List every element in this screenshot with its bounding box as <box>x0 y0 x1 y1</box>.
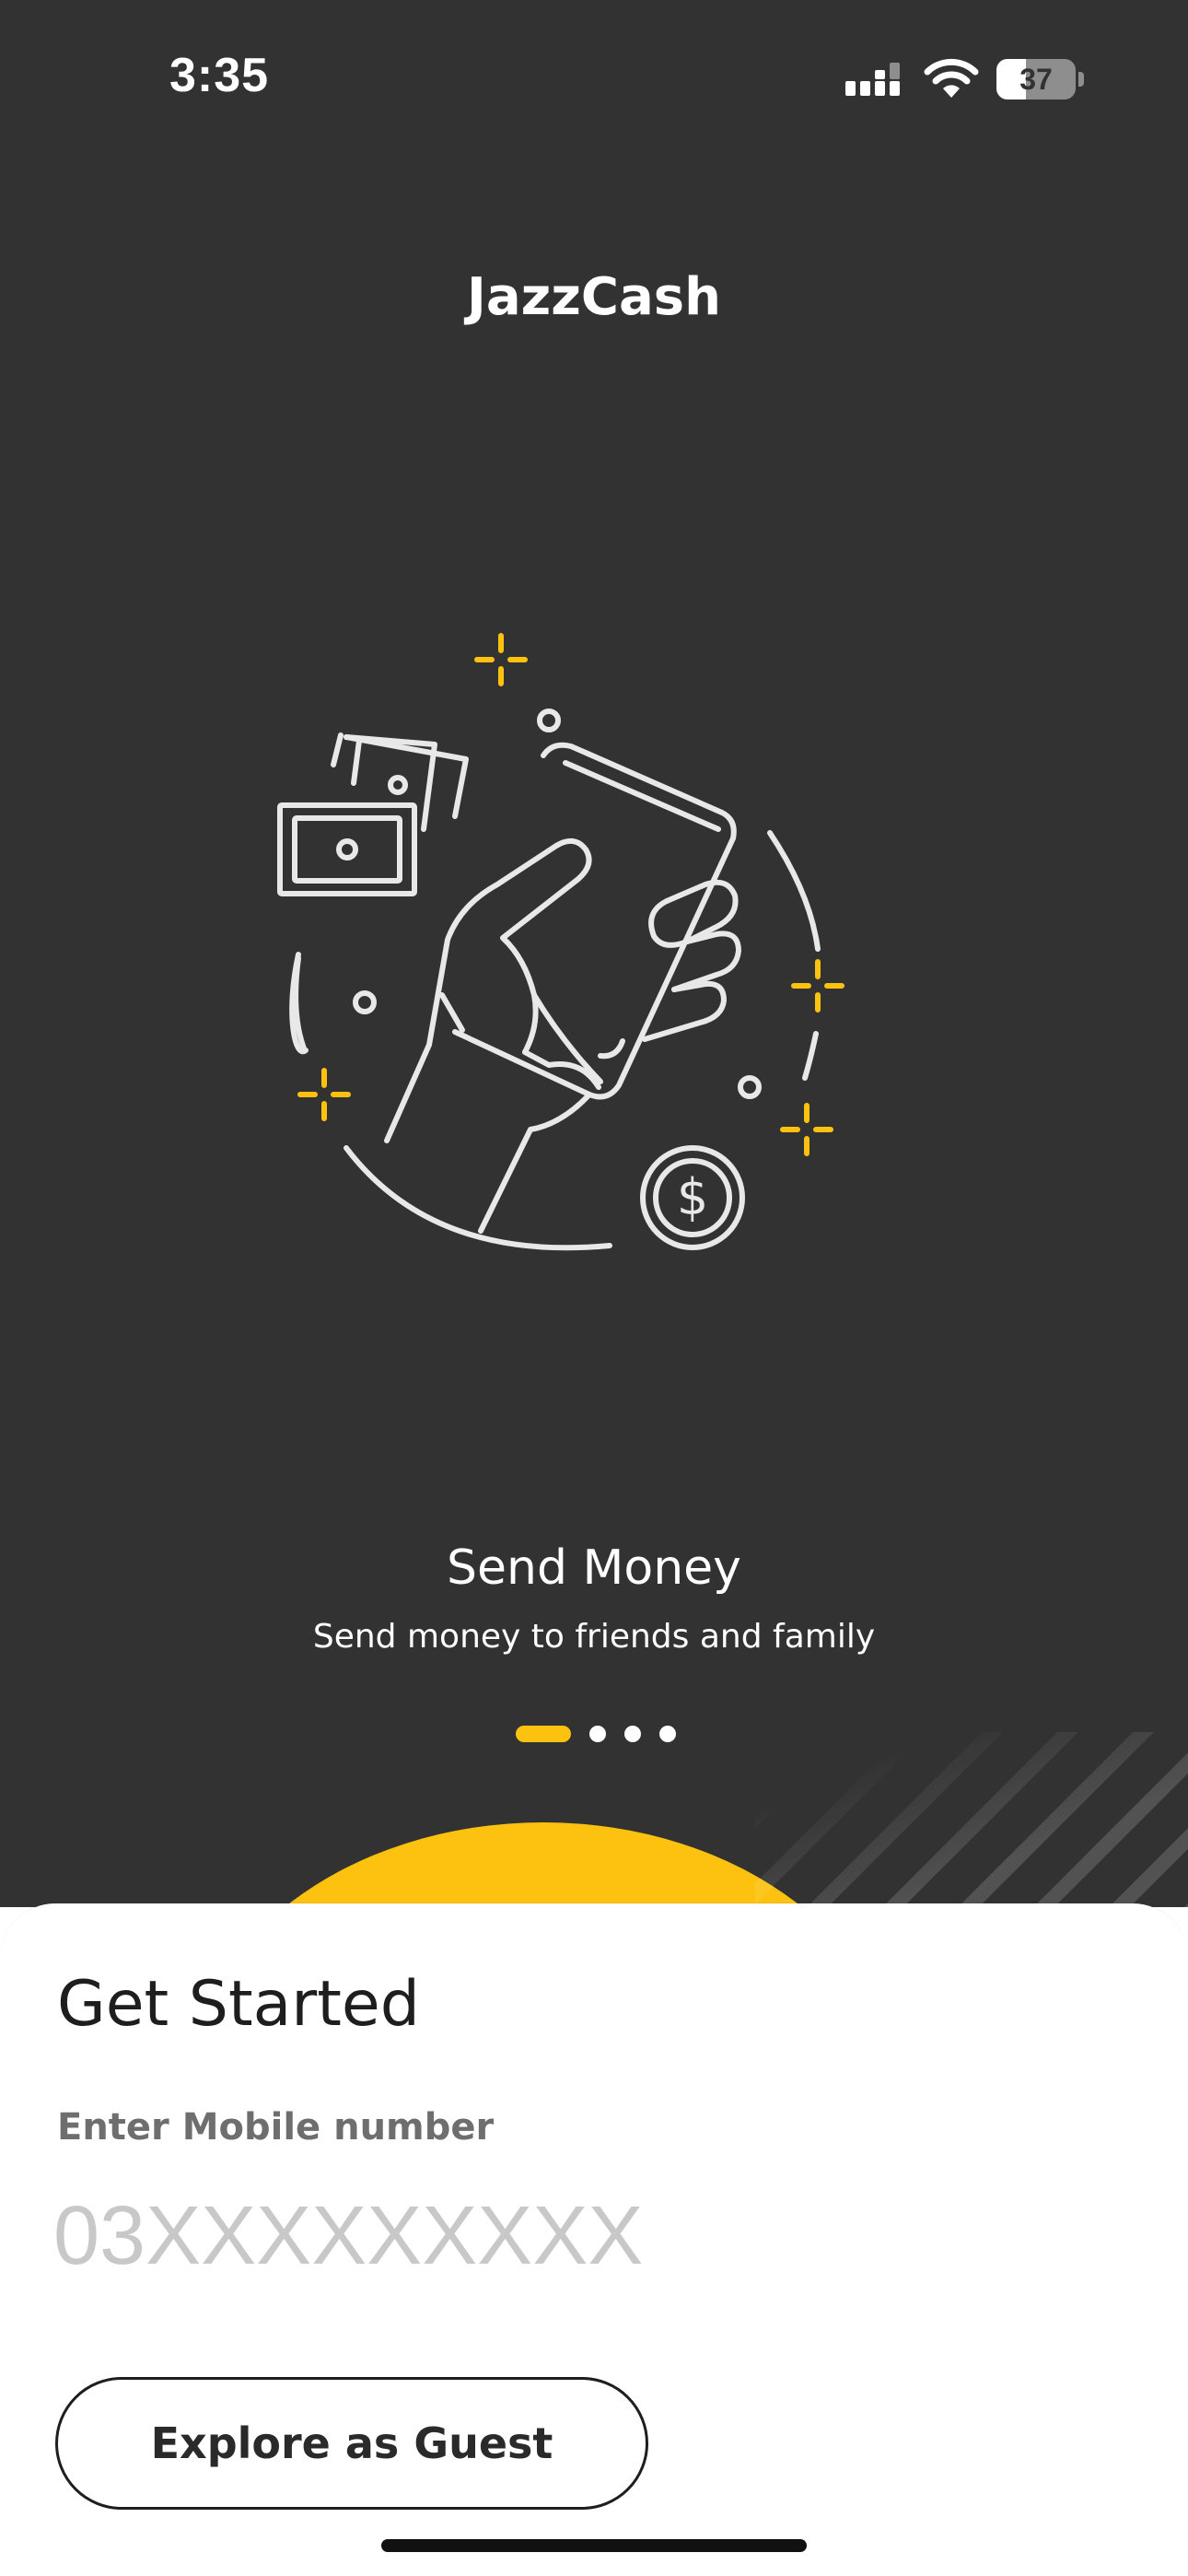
send-money-illustration: $ <box>277 633 844 1251</box>
sparkle-dot <box>353 990 377 1014</box>
mobile-number-input[interactable] <box>53 2185 882 2287</box>
slide-title: Send Money <box>447 1540 741 1596</box>
explore-as-guest-button[interactable]: Explore as Guest <box>55 2377 648 2510</box>
sparkle-dot <box>537 708 561 732</box>
sparkle-icon <box>791 959 844 1013</box>
onboarding-screen: 3:35 37 JazzCash $ Send Money Send money… <box>0 0 1188 2576</box>
sparkle-dot <box>738 1075 762 1099</box>
sparkle-icon <box>297 1068 351 1121</box>
battery-tip <box>1078 72 1084 87</box>
page-indicator[interactable] <box>516 1725 681 1743</box>
page-dot[interactable] <box>659 1726 676 1742</box>
slide-subtitle: Send money to friends and family <box>312 1618 876 1656</box>
status-time: 3:35 <box>169 49 270 102</box>
app-logo: JazzCash <box>467 267 721 327</box>
sparkle-icon <box>474 633 528 686</box>
page-dot-active[interactable] <box>516 1726 571 1742</box>
page-dot[interactable] <box>624 1726 641 1742</box>
cellular-signal-icon <box>845 63 900 96</box>
battery-icon: 37 <box>996 59 1085 100</box>
page-dot[interactable] <box>589 1726 606 1742</box>
hero-panel: 3:35 37 JazzCash $ Send Money Send money… <box>0 0 1188 1907</box>
banknote-icon <box>277 732 469 896</box>
stripe-decoration <box>755 1732 1188 1907</box>
battery-body: 37 <box>996 59 1076 100</box>
dollar-sign-glyph: $ <box>677 1168 708 1226</box>
phone-outline <box>439 742 737 1100</box>
circle-arc-bottom <box>344 1145 612 1251</box>
home-indicator <box>381 2539 807 2552</box>
mobile-number-label: Enter Mobile number <box>57 2106 495 2149</box>
sparkle-icon <box>780 1103 833 1156</box>
wifi-icon <box>924 58 979 98</box>
circle-arc-right <box>767 830 821 952</box>
get-started-heading: Get Started <box>57 1968 420 2041</box>
battery-percent: 37 <box>1019 63 1053 96</box>
